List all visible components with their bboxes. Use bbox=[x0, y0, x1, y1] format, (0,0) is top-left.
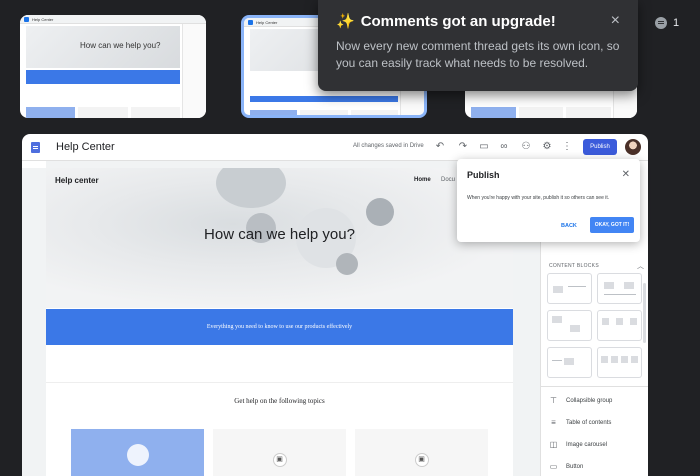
okay-got-it-button[interactable]: OKAY, GOT IT! bbox=[590, 217, 634, 233]
topic-card[interactable]: ▣ bbox=[213, 429, 346, 476]
item-label: Table of contents bbox=[566, 419, 612, 426]
thumbnail-toolbar: Help Center bbox=[20, 15, 206, 24]
collapsible-icon: ⊤ bbox=[550, 396, 557, 405]
image-carousel-item[interactable]: ◫ Image carousel bbox=[549, 440, 607, 449]
redo-icon[interactable]: ↷ bbox=[457, 141, 469, 153]
avatar[interactable] bbox=[625, 139, 641, 155]
site-title: Help center bbox=[55, 176, 99, 185]
comment-icon bbox=[655, 17, 667, 29]
share-icon[interactable]: ⚇ bbox=[520, 141, 532, 153]
thumbnail-hero-text: How can we help you? bbox=[80, 41, 161, 50]
intro-band: Everything you need to know to use our p… bbox=[46, 309, 513, 345]
sites-logo-icon[interactable] bbox=[31, 141, 40, 153]
content-block[interactable] bbox=[597, 347, 642, 378]
sparkle-icon: ✨ bbox=[336, 13, 355, 30]
button-icon: ▭ bbox=[549, 462, 558, 471]
topics-heading: Get help on the following topics bbox=[234, 397, 325, 405]
site-page: Help center Home Docu How can we help yo… bbox=[46, 168, 513, 476]
content-block[interactable] bbox=[547, 273, 592, 304]
close-icon[interactable]: × bbox=[611, 12, 620, 30]
comments-upgrade-toast: ✨ Comments got an upgrade! Now every new… bbox=[318, 0, 638, 91]
divider bbox=[541, 386, 648, 387]
topic-card[interactable]: ▣ bbox=[355, 429, 488, 476]
nav-home[interactable]: Home bbox=[414, 177, 431, 183]
table-of-contents-item[interactable]: ≡ Table of contents bbox=[549, 418, 611, 427]
save-status: All changes saved in Drive bbox=[353, 143, 424, 149]
comments-indicator[interactable]: 1 bbox=[655, 17, 679, 29]
thumbnail-cards bbox=[471, 107, 612, 118]
content-block[interactable] bbox=[547, 310, 592, 341]
comments-count: 1 bbox=[673, 17, 680, 29]
chevron-up-icon[interactable]: ︿ bbox=[637, 261, 644, 271]
popup-title: Publish bbox=[467, 170, 500, 180]
thumbnail-band bbox=[250, 96, 398, 102]
item-label: Collapsible group bbox=[566, 397, 613, 404]
carousel-icon: ◫ bbox=[549, 440, 558, 449]
thumbnail-band bbox=[26, 70, 180, 84]
toast-body: Now every new comment thread gets its ow… bbox=[336, 39, 620, 70]
toast-title: Comments got an upgrade! bbox=[360, 12, 556, 30]
image-icon: ▣ bbox=[414, 453, 429, 467]
more-icon[interactable]: ⋮ bbox=[561, 141, 573, 153]
hero-title: How can we help you? bbox=[204, 226, 355, 243]
topic-card[interactable] bbox=[71, 429, 204, 476]
close-icon[interactable]: ✕ bbox=[622, 169, 630, 180]
page-thumbnail-1[interactable]: Help Center How can we help you? bbox=[20, 15, 206, 118]
content-block[interactable] bbox=[597, 310, 642, 341]
thumbnail-title: Help Center bbox=[256, 19, 278, 25]
thumbnail-panel bbox=[182, 24, 206, 118]
nav-docs[interactable]: Docu bbox=[441, 177, 455, 183]
site-name[interactable]: Help Center bbox=[56, 141, 115, 153]
toast-title-row: ✨ Comments got an upgrade! bbox=[336, 12, 620, 31]
item-label: Image carousel bbox=[566, 441, 608, 448]
undo-icon[interactable]: ↶ bbox=[434, 141, 446, 153]
thumbnail-cards bbox=[250, 110, 398, 115]
editor-toolbar: Help Center All changes saved in Drive ↶… bbox=[22, 134, 648, 161]
link-icon[interactable]: ∞ bbox=[498, 141, 510, 153]
content-block[interactable] bbox=[547, 347, 592, 378]
popup-body: When you're happy with your site, publis… bbox=[467, 195, 610, 201]
thumbnail-cards bbox=[26, 107, 180, 118]
divider bbox=[46, 382, 513, 383]
image-icon: ▣ bbox=[272, 453, 287, 467]
publish-popup: Publish ✕ When you're happy with your si… bbox=[457, 159, 640, 242]
publish-button[interactable]: Publish bbox=[583, 139, 617, 155]
content-blocks-label: CONTENT BLOCKS bbox=[549, 263, 599, 269]
collapsible-group-item[interactable]: ⊤ Collapsible group bbox=[549, 396, 612, 405]
panel-scrollbar[interactable] bbox=[643, 283, 646, 343]
accessibility-icon bbox=[126, 444, 149, 466]
button-item[interactable]: ▭ Button bbox=[549, 462, 584, 471]
toc-icon: ≡ bbox=[551, 418, 556, 427]
preview-icon[interactable]: ▭ bbox=[478, 141, 490, 153]
settings-icon[interactable]: ⚙ bbox=[541, 141, 553, 153]
back-button[interactable]: BACK bbox=[561, 223, 577, 229]
thumbnail-title: Help Center bbox=[32, 16, 54, 22]
content-block[interactable] bbox=[597, 273, 642, 304]
hero-section[interactable]: Help center Home Docu How can we help yo… bbox=[46, 168, 513, 308]
item-label: Button bbox=[566, 463, 584, 470]
